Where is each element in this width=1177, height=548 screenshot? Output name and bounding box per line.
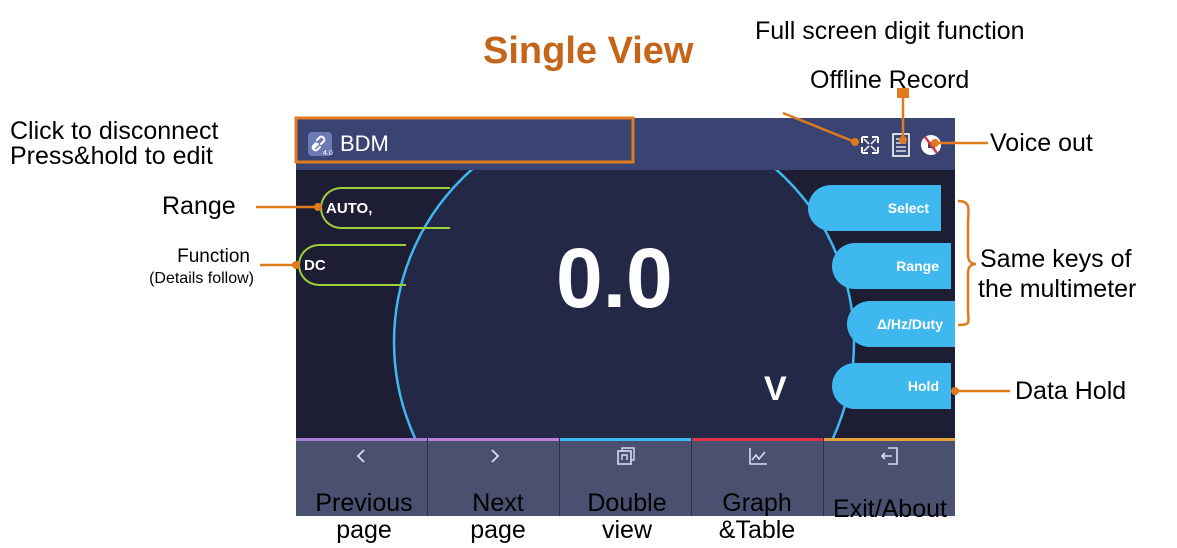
link-badge: 4.0: [323, 150, 333, 157]
range-button[interactable]: Range: [832, 243, 951, 289]
link-icon[interactable]: 4.0: [306, 130, 334, 158]
page-title: Single View: [483, 30, 694, 72]
nav-label-graph: Graph &Table: [695, 490, 819, 544]
delta-hz-duty-button[interactable]: Δ/Hz/Duty: [847, 301, 955, 347]
nav-label-previous: Previous page: [302, 490, 426, 544]
nav-label-double: Double view: [565, 490, 689, 544]
nav-label-line: view: [601, 516, 652, 544]
readout-area: AUTO, DC Select Range Δ/Hz/Duty Hold 0.0…: [296, 170, 955, 438]
nav-label-next: Next page: [436, 490, 560, 544]
top-bar[interactable]: 4.0 BDM: [296, 118, 955, 170]
device-name[interactable]: BDM: [340, 131, 389, 157]
annotation-offline-record: Offline Record: [810, 66, 970, 94]
exit-icon: [880, 447, 898, 465]
nav-label-line: page: [470, 516, 526, 544]
nav-label-line: Previous: [315, 489, 413, 517]
fullscreen-icon[interactable]: [859, 133, 881, 157]
nav-label-line: Graph: [722, 489, 792, 517]
range-value: AUTO,: [326, 199, 373, 217]
range-display[interactable]: AUTO,: [320, 187, 450, 229]
annotation-disconnect-line1: Click to disconnect: [10, 117, 219, 145]
nav-label-line: Exit/About: [833, 495, 947, 523]
same-keys-brace: [957, 199, 977, 327]
annotation-function-sub: (Details follow): [149, 270, 254, 287]
nav-label-line: Next: [472, 489, 524, 517]
annotation-voice-out: Voice out: [990, 129, 1093, 157]
main-reading: 0.0: [556, 231, 673, 325]
chevron-left-icon: [356, 449, 365, 463]
chevron-right-icon: [490, 449, 499, 463]
annotation-data-hold: Data Hold: [1015, 377, 1127, 405]
reading-unit: V: [764, 370, 787, 408]
nav-strip: [428, 438, 559, 441]
device-screen: 4.0 BDM AUTO, DC Select Range Δ/Hz/Duty …: [296, 118, 955, 516]
nav-strip: [692, 438, 823, 441]
nav-label-line: page: [336, 516, 392, 544]
function-display[interactable]: DC: [298, 244, 406, 286]
function-value: DC: [304, 256, 326, 274]
record-icon[interactable]: [890, 133, 912, 157]
nav-label-exit: Exit/About: [820, 496, 960, 523]
annotation-disconnect-line2: Press&hold to edit: [10, 142, 213, 170]
hold-button[interactable]: Hold: [832, 363, 951, 409]
annotation-same-keys-line2: the multimeter: [978, 275, 1137, 303]
graph-icon: [748, 448, 767, 465]
nav-strip: [296, 438, 427, 441]
select-button[interactable]: Select: [808, 185, 941, 231]
annotation-function: Function: [177, 246, 250, 267]
mute-icon[interactable]: [920, 133, 942, 157]
nav-strip: [824, 438, 955, 441]
annotation-full-screen: Full screen digit function: [755, 17, 1025, 45]
annotation-same-keys-line1: Same keys of: [980, 245, 1132, 273]
nav-strip: [560, 438, 691, 441]
annotation-range: Range: [162, 192, 236, 220]
nav-label-line: Double: [587, 489, 667, 517]
nav-label-line: &Table: [718, 516, 796, 544]
double-view-icon: [616, 447, 635, 465]
